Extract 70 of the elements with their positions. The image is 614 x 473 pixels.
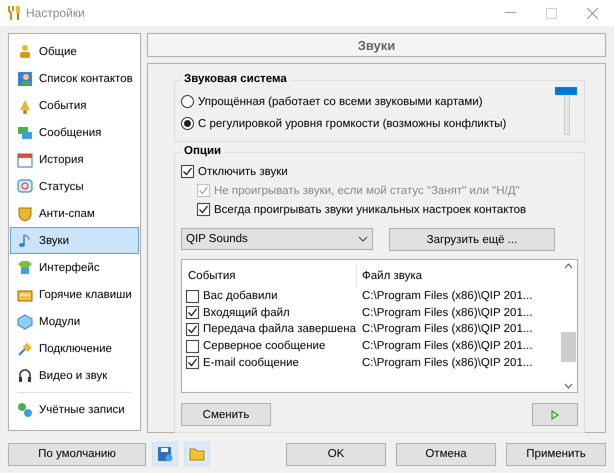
apply-button[interactable]: Применить <box>506 442 606 466</box>
file-cell-text: C:\Program Files (x86)\QIP 201... <box>361 339 534 354</box>
people-icon <box>17 44 33 60</box>
file-cell-text: C:\Program Files (x86)\QIP 201... <box>361 356 534 371</box>
chevron-down-icon <box>358 236 368 242</box>
sidebar-item[interactable]: Звуки <box>10 227 139 254</box>
sidebar-item[interactable]: Сообщения <box>10 119 139 146</box>
checkbox[interactable] <box>186 356 199 370</box>
radio-label: С регулировкой уровня громкости (возможны конфликты) <box>198 118 506 130</box>
checkbox-label: Не проигрывать звуки, если мой статус "Занят" или "Н/Д" <box>214 184 520 196</box>
contact-card-icon <box>17 70 33 86</box>
window-title: Настройки <box>26 6 86 20</box>
scrollbar-thumb[interactable] <box>561 332 576 362</box>
sound-scheme-dropdown[interactable]: QIP Sounds <box>181 228 373 250</box>
headphones-icon <box>17 368 33 384</box>
sidebar-item[interactable]: Список контактов <box>10 65 139 92</box>
checkbox[interactable] <box>197 203 210 216</box>
shield-icon <box>17 206 33 222</box>
checkbox[interactable] <box>186 322 199 336</box>
cancel-button[interactable]: Отмена <box>396 442 496 466</box>
sidebar-item[interactable]: История <box>10 146 139 173</box>
messages-icon <box>17 124 33 140</box>
sidebar-item[interactable]: События <box>10 92 139 119</box>
sidebar-item[interactable]: Учётные записи <box>10 396 139 423</box>
open-folder-button[interactable] <box>184 442 210 466</box>
sidebar-item[interactable]: Горячие клавиши <box>10 281 139 308</box>
event-cell-text: Входящий файл <box>203 306 290 321</box>
ok-button[interactable]: OK <box>286 442 386 466</box>
volume-slider[interactable] <box>554 87 578 135</box>
radio-label: Упрощённая (работает со всеми звуковыми картами) <box>198 96 483 108</box>
column-header[interactable]: Файл звука <box>356 264 560 288</box>
checkbox[interactable] <box>186 340 199 353</box>
folder-icon <box>188 447 206 461</box>
event-cell-text: Серверное сообщение <box>203 339 326 354</box>
file-cell-text: C:\Program Files (x86)\QIP 201... <box>361 306 534 321</box>
minimize-icon[interactable] <box>505 12 516 14</box>
event-cell-text: E-mail сообщение <box>203 356 299 371</box>
calendar-icon <box>17 152 33 168</box>
cube-icon <box>17 314 33 330</box>
column-header[interactable]: События <box>186 270 356 282</box>
checkbox-label: Всегда проигрывать звуки уникальных настроек контактов <box>214 204 526 216</box>
chevron-up-icon[interactable] <box>564 263 573 269</box>
sidebar-item[interactable]: Анти-спам <box>10 200 139 227</box>
checkbox[interactable] <box>186 290 199 303</box>
event-cell-text: Передача файла завершена <box>203 322 356 338</box>
shirt-icon <box>17 260 33 276</box>
group-title: Звуковая система <box>181 73 290 85</box>
checkbox[interactable] <box>186 306 199 320</box>
play-icon <box>551 410 559 420</box>
sidebar-item[interactable]: Модули <box>10 308 139 335</box>
checkbox[interactable] <box>181 165 194 178</box>
close-icon[interactable] <box>587 8 598 18</box>
event-cell-text: Вас добавили <box>203 289 278 304</box>
change-button[interactable]: Сменить <box>181 403 271 426</box>
sidebar-item[interactable]: Статусы <box>10 173 139 200</box>
radio-button[interactable] <box>181 117 194 130</box>
file-cell-text: C:\Program Files (x86)\QIP 201... <box>361 322 534 338</box>
group-title: Опции <box>181 145 224 157</box>
radio-button[interactable] <box>181 95 194 108</box>
load-more-button[interactable]: Загрузить ещё ... <box>389 228 555 251</box>
save-button[interactable] <box>152 442 178 466</box>
checkbox-label: Отключить звуки <box>198 166 288 178</box>
sidebar-item[interactable]: Видео и звук <box>10 362 139 389</box>
default-button[interactable]: По умолчанию <box>8 442 146 466</box>
sidebar-item[interactable]: Подключение <box>10 335 139 362</box>
sidebar-item[interactable]: Интерфейс <box>10 254 139 281</box>
file-cell-text: C:\Program Files (x86)\QIP 201... <box>361 289 534 304</box>
sidebar-item[interactable]: Общие <box>10 38 139 65</box>
chevron-down-icon[interactable] <box>564 383 573 389</box>
page-title: Звуки <box>147 33 606 57</box>
